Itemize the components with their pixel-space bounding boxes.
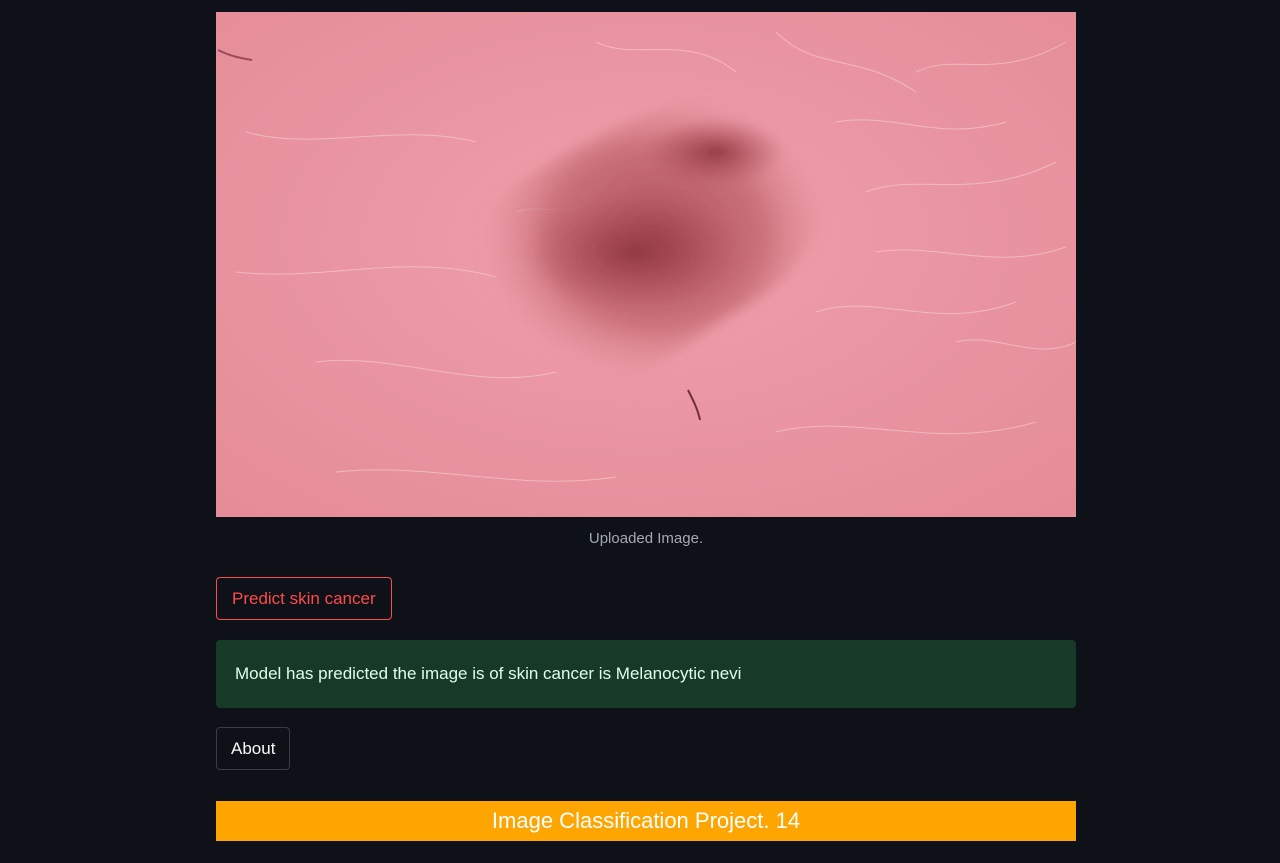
footer-title: Image Classification Project. 14: [491, 808, 801, 833]
prediction-result-alert: Model has predicted the image is of skin…: [216, 640, 1076, 708]
skin-lesion-image: [216, 12, 1076, 517]
uploaded-image: [216, 12, 1076, 517]
image-caption: Uploaded Image.: [588, 530, 704, 547]
about-button[interactable]: About: [216, 727, 291, 770]
predict-skin-cancer-button[interactable]: Predict skin cancer: [216, 577, 392, 620]
app-root: Uploaded Image. Predict skin cancer Mode…: [0, 0, 1280, 863]
prediction-result-text: Model has predicted the image is of skin…: [235, 664, 742, 683]
footer-banner: Image Classification Project. 14: [216, 801, 1076, 841]
